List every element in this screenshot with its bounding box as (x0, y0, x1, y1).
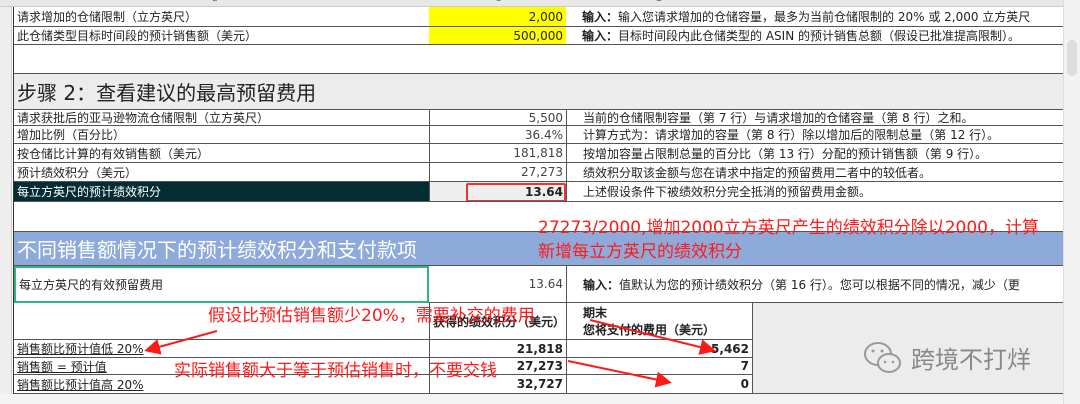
arrow-to-5462 (589, 319, 716, 355)
arrow-to-low-row (144, 330, 218, 355)
arrow-to-zero (567, 360, 672, 388)
annotation-arrows (144, 319, 716, 388)
